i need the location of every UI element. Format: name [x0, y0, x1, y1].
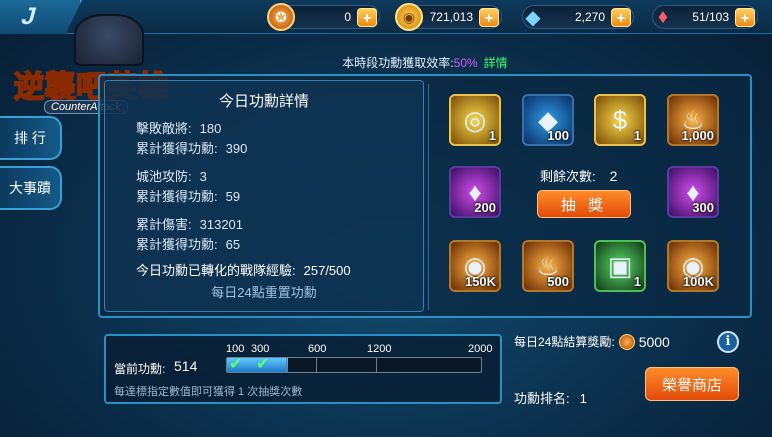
progress-segment	[316, 357, 317, 373]
merit-rank: 功勳排名: 1	[514, 391, 587, 406]
crystal-icon: ◆	[525, 6, 541, 29]
reward-slot[interactable]: ◉ 150K	[449, 240, 501, 292]
coin-count: 721,013	[429, 10, 473, 24]
reset-note: 每日24點重置功勳	[211, 285, 317, 300]
progress-segment	[286, 357, 287, 373]
current-merit-value: 514	[174, 358, 198, 374]
reward-slot[interactable]: ◉ 100K	[667, 240, 719, 292]
reward-count: 150K	[464, 274, 496, 289]
reward-count: 200	[474, 200, 496, 215]
reward-slot[interactable]: ♨ 1,000	[667, 94, 719, 146]
reward-slot[interactable]: ◎ 1	[449, 94, 501, 146]
tab-ranking[interactable]: 排 行	[0, 116, 62, 160]
draw-button[interactable]: 抽 獎	[537, 190, 631, 218]
add-coin-button[interactable]: +	[479, 8, 499, 27]
reward-count: 300	[692, 200, 714, 215]
tick-label: 2000	[468, 343, 493, 355]
reward-count: 1	[488, 128, 496, 143]
panel-divider	[428, 84, 429, 310]
gold-emblem-icon: $	[612, 104, 628, 135]
reward-slot[interactable]: ▣ 1	[594, 240, 646, 292]
ruby-count: 51/103	[692, 10, 729, 24]
add-medal-button[interactable]: +	[357, 8, 377, 27]
ruby-resource: ♦ 51/103 +	[652, 5, 758, 29]
settlement-value: 5000	[638, 333, 670, 350]
remaining-draws: 剩餘次數: 2	[540, 168, 618, 184]
reward-slot[interactable]: ◆ 100	[522, 94, 574, 146]
reward-count: 1	[633, 274, 641, 289]
coin-icon: ◉	[395, 3, 423, 31]
efficiency-detail-link[interactable]: 詳情	[484, 56, 508, 70]
info-icon[interactable]: i	[717, 331, 739, 353]
stat-merit-from-enemies: 累計獲得功勳: 390	[136, 141, 248, 156]
stat-total-damage: 累計傷害: 313201	[136, 217, 244, 232]
crystal-resource: ◆ 2,270 +	[522, 5, 634, 29]
ruby-icon: ♦	[657, 5, 669, 28]
reward-count: 1	[633, 128, 641, 143]
reward-count: 1,000	[681, 128, 714, 143]
today-merit-title: 今日功勳詳情	[218, 93, 309, 110]
reward-slot[interactable]: ♦ 200	[449, 166, 501, 218]
current-merit-label: 當前功勳:	[114, 362, 166, 376]
progress-segment	[376, 357, 377, 373]
medal-resource: ✪ 0 +	[267, 3, 380, 31]
stat-converted-exp: 今日功勳已轉化的戰隊經驗: 257/500	[136, 263, 351, 278]
coin-resource: ◉ 721,013 +	[395, 3, 502, 31]
add-crystal-button[interactable]: +	[611, 8, 631, 27]
settlement-label: 每日24點結算獎勵:	[514, 335, 615, 349]
green-chest-icon: ▣	[607, 250, 633, 281]
checkmark-icon: ✔	[229, 356, 243, 373]
reward-count: 100K	[682, 274, 714, 289]
efficiency-percent: 50%	[453, 56, 478, 70]
progress-hint: 每達標指定數值即可獲得 1 次抽獎次數	[114, 386, 303, 398]
medal-icon	[618, 333, 635, 350]
efficiency-line: 本時段功勳獲取效率:50% 詳情	[98, 54, 752, 74]
reward-slot[interactable]: ♦ 300	[667, 166, 719, 218]
reward-count: 500	[547, 274, 569, 289]
tick-label: 600	[308, 343, 327, 355]
tab-milestones[interactable]: 大事蹟	[0, 166, 62, 210]
medal-count: 0	[344, 10, 351, 24]
efficiency-label: 本時段功勳獲取效率:	[342, 56, 454, 70]
stat-enemies-defeated: 擊敗敵將: 180	[136, 121, 222, 136]
stat-merit-from-damage: 累計獲得功勳: 65	[136, 237, 241, 252]
daily-settlement: 每日24點結算獎勵: 5000	[514, 333, 670, 350]
gold-ring-icon: ◎	[463, 104, 487, 135]
reward-count: 100	[547, 128, 569, 143]
reward-slot[interactable]: ♨ 500	[522, 240, 574, 292]
crystal-count: 2,270	[574, 10, 605, 24]
tick-label: 1200	[367, 343, 392, 355]
medal-icon: ✪	[267, 3, 295, 31]
reward-slot[interactable]: $1	[594, 94, 646, 146]
add-ruby-button[interactable]: +	[735, 8, 755, 27]
stat-merit-from-cities: 累計獲得功勳: 59	[136, 189, 241, 204]
checkmark-icon: ✔	[256, 356, 270, 373]
stat-city-battles: 城池攻防: 3	[136, 169, 207, 184]
honor-shop-button[interactable]: 榮譽商店	[645, 367, 739, 401]
